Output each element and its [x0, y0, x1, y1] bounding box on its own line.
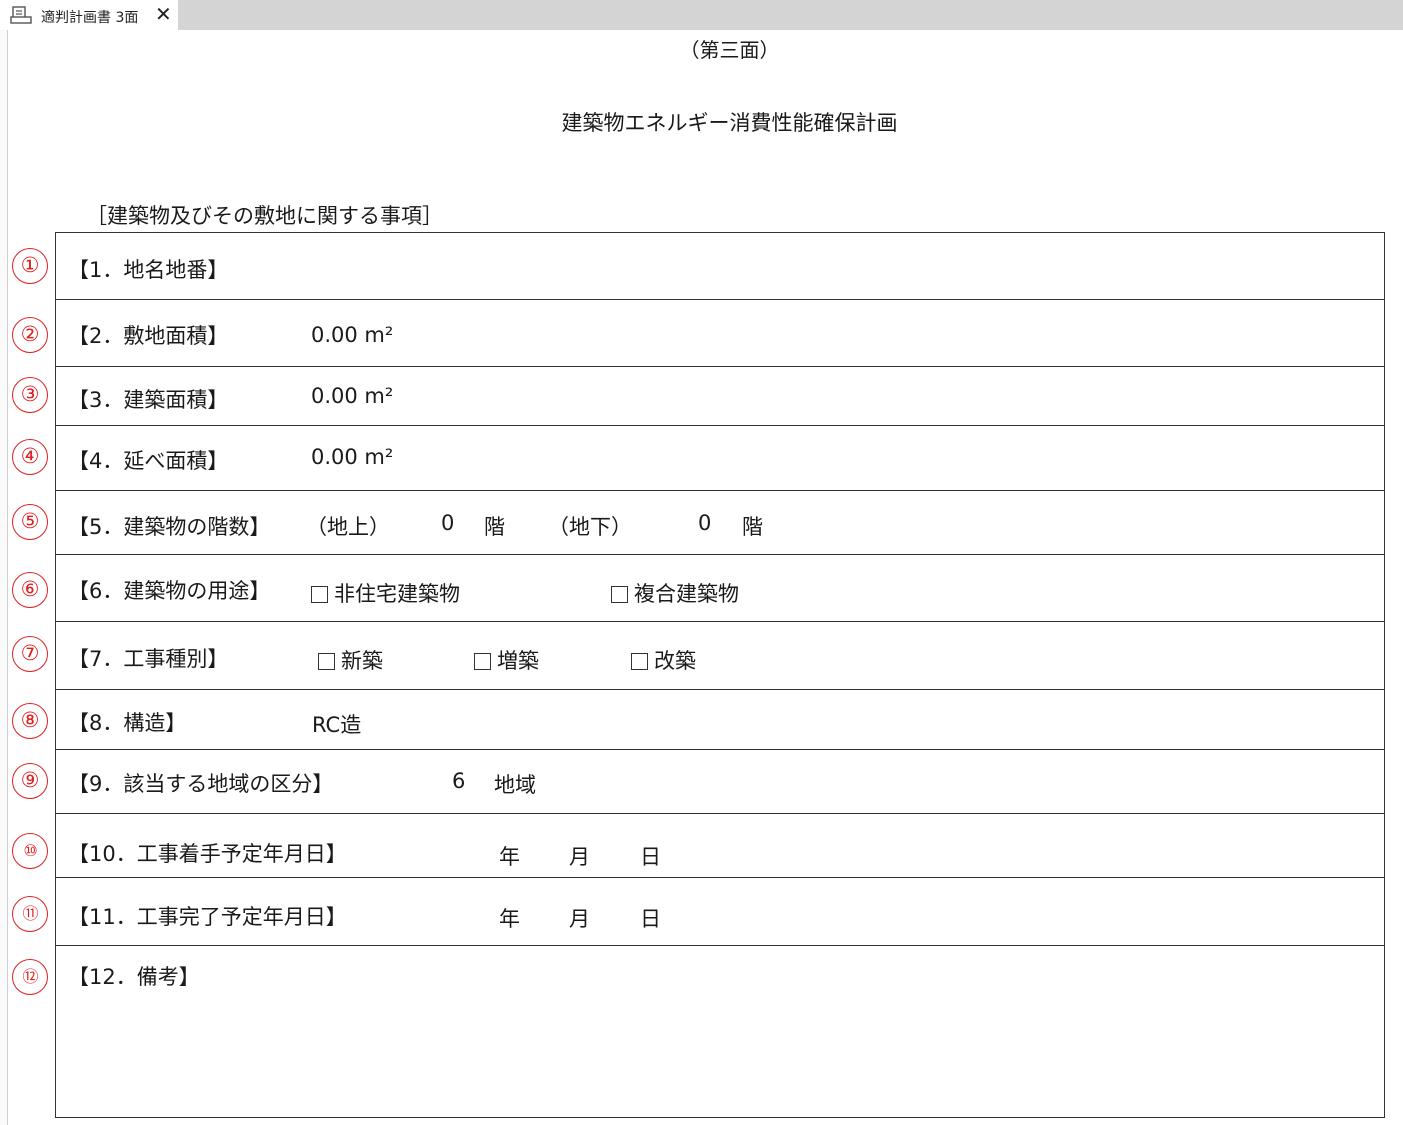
floors-above-value[interactable]: 0 — [441, 511, 454, 535]
structure-label: 【8．構造】 — [68, 711, 187, 735]
row-marker-2: ② — [12, 317, 48, 353]
row-work-type: 【7．工事種別】 新築 増築 改築 — [56, 622, 1384, 690]
checkbox[interactable] — [631, 653, 648, 670]
close-icon[interactable]: ✕ — [155, 2, 172, 26]
floors-below-value[interactable]: 0 — [698, 511, 711, 535]
row-remarks: 【12．備考】 — [56, 946, 1384, 1116]
end-date-label: 【11．工事完了予定年月日】 — [68, 905, 347, 929]
region-unit: 地域 — [494, 773, 536, 797]
site-area-label: 【2．敷地面積】 — [68, 324, 229, 348]
row-end-date: 【11．工事完了予定年月日】 年 月 日 — [56, 878, 1384, 946]
checkbox[interactable] — [318, 653, 335, 670]
row-region: 【9．該当する地域の区分】 6 地域 — [56, 750, 1384, 814]
row-marker-12: ⑫ — [12, 959, 48, 995]
row-start-date: 【10．工事着手予定年月日】 年 月 日 — [56, 814, 1384, 878]
floors-label: 【5．建築物の階数】 — [68, 515, 271, 539]
end-date-year[interactable]: 年 — [499, 903, 520, 933]
start-date-label: 【10．工事着手予定年月日】 — [68, 842, 347, 866]
row-structure: 【8．構造】 RC造 — [56, 690, 1384, 750]
work-type-option-label: 増築 — [497, 649, 539, 673]
row-marker-5: ⑤ — [12, 504, 48, 540]
use-option-mixed[interactable]: 複合建築物 — [611, 578, 739, 608]
region-label: 【9．該当する地域の区分】 — [68, 772, 334, 796]
building-info-table: 【1．地名地番】 【2．敷地面積】 0.00 m² 【3．建築面積】 0.00 … — [55, 232, 1385, 1118]
row-marker-10: ⑩ — [12, 833, 48, 869]
location-label: 【1．地名地番】 — [68, 258, 229, 282]
row-building-use: 【6．建築物の用途】 非住宅建築物 複合建築物 — [56, 555, 1384, 622]
section-heading: ［建築物及びその敷地に関する事項］ — [86, 204, 443, 228]
row-floors: 【5．建築物の階数】 （地上） 0 階 （地下） 0 階 — [56, 491, 1384, 555]
tab-title: 適判計画書 3面 — [41, 10, 139, 26]
floors-above-unit: 階 — [484, 515, 505, 539]
start-date-day[interactable]: 日 — [640, 841, 661, 871]
row-building-area: 【3．建築面積】 0.00 m² — [56, 367, 1384, 426]
use-option-non-residential[interactable]: 非住宅建築物 — [311, 578, 460, 608]
building-area-value[interactable]: 0.00 m² — [311, 384, 393, 408]
row-marker-1: ① — [12, 248, 48, 284]
region-value[interactable]: 6 — [452, 769, 465, 793]
row-location: 【1．地名地番】 — [56, 233, 1384, 300]
site-area-value[interactable]: 0.00 m² — [311, 323, 393, 347]
structure-value[interactable]: RC造 — [312, 709, 361, 739]
row-marker-4: ④ — [12, 439, 48, 475]
checkbox[interactable] — [311, 586, 328, 603]
start-date-year[interactable]: 年 — [499, 841, 520, 871]
floors-above-label: （地上） — [306, 515, 390, 539]
use-option-label: 非住宅建築物 — [334, 582, 460, 606]
row-marker-6: ⑥ — [12, 572, 48, 608]
row-marker-7: ⑦ — [12, 636, 48, 672]
total-floor-area-value[interactable]: 0.00 m² — [311, 445, 393, 469]
work-type-option-renovation[interactable]: 改築 — [631, 645, 696, 675]
work-type-option-label: 新築 — [341, 649, 383, 673]
work-type-option-extension[interactable]: 増築 — [474, 645, 539, 675]
start-date-month[interactable]: 月 — [569, 841, 590, 871]
document-tab[interactable]: 適判計画書 3面 ✕ — [0, 0, 178, 30]
work-type-option-label: 改築 — [654, 649, 696, 673]
tab-bar: 適判計画書 3面 ✕ — [0, 0, 1403, 30]
row-total-floor-area: 【4．延べ面積】 0.00 m² — [56, 426, 1384, 491]
row-marker-11: ⑪ — [12, 896, 48, 932]
remarks-label: 【12．備考】 — [68, 965, 200, 989]
work-type-label: 【7．工事種別】 — [68, 647, 229, 671]
building-area-label: 【3．建築面積】 — [68, 388, 229, 412]
end-date-day[interactable]: 日 — [640, 903, 661, 933]
floors-below-label: （地下） — [548, 515, 632, 539]
work-type-option-new[interactable]: 新築 — [318, 645, 383, 675]
row-site-area: 【2．敷地面積】 0.00 m² — [56, 300, 1384, 367]
row-marker-9: ⑨ — [12, 763, 48, 799]
building-use-label: 【6．建築物の用途】 — [68, 579, 271, 603]
checkbox[interactable] — [474, 653, 491, 670]
checkbox[interactable] — [611, 586, 628, 603]
row-marker-8: ⑧ — [12, 703, 48, 739]
page-number: （第三面） — [679, 38, 780, 62]
use-option-label: 複合建築物 — [634, 582, 739, 606]
floors-below-unit: 階 — [742, 515, 763, 539]
total-floor-area-label: 【4．延べ面積】 — [68, 449, 229, 473]
end-date-month[interactable]: 月 — [569, 903, 590, 933]
row-marker-3: ③ — [12, 377, 48, 413]
form-title: 建築物エネルギー消費性能確保計画 — [561, 111, 898, 135]
document-print-icon — [10, 6, 32, 24]
left-edge — [0, 30, 8, 1125]
